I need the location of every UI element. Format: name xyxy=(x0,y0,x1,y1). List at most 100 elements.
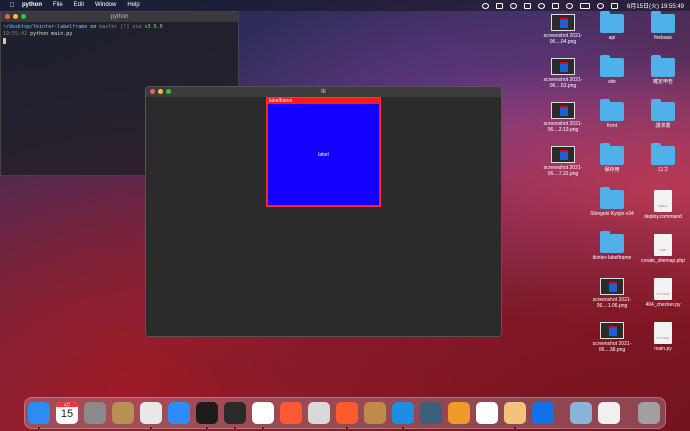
status-icon-4[interactable] xyxy=(523,2,531,9)
infinity-icon[interactable] xyxy=(532,402,554,424)
desktop-item-label: ロゴ xyxy=(657,167,668,173)
calendar-icon[interactable]: 6月 15 xyxy=(56,402,78,424)
desktop-item-label: screenshot 2021-06....04.png xyxy=(543,33,583,45)
system-preferences-icon[interactable] xyxy=(84,402,106,424)
desktop-item[interactable]: screenshot 2021-06....53.png xyxy=(537,58,589,89)
network-icon[interactable] xyxy=(448,402,470,424)
desktop-item[interactable]: 確定申告 xyxy=(637,55,689,85)
desktop-item[interactable]: PYTHON 404_checker.py xyxy=(637,278,689,308)
control-center-icon[interactable] xyxy=(610,2,618,9)
desktop-item-label: firebase xyxy=(654,35,672,41)
desktop-item-label: 確定申告 xyxy=(652,79,673,85)
desktop-item[interactable]: api xyxy=(586,11,638,41)
dock-running-indicator xyxy=(514,427,516,429)
folder-icon xyxy=(600,55,624,77)
terminal-titlebar[interactable]: python xyxy=(1,12,238,22)
desktop-item[interactable]: screenshot 2021-06....2.13.png xyxy=(537,102,589,133)
desktop-item-label: main.py xyxy=(654,346,672,352)
menu-app-name[interactable]: python xyxy=(22,0,42,11)
wifi-icon[interactable] xyxy=(565,2,573,9)
folder-icon xyxy=(600,187,624,209)
vscode-icon[interactable] xyxy=(252,402,274,424)
folder-icon xyxy=(651,55,675,77)
document-file-icon: PYTHON xyxy=(654,322,672,344)
tk-minimize-button[interactable] xyxy=(158,89,163,94)
desktop-item[interactable]: site xyxy=(586,55,638,85)
screenshot-icon[interactable] xyxy=(570,402,592,424)
postgres-icon[interactable] xyxy=(476,402,498,424)
status-icon-2[interactable] xyxy=(495,2,503,9)
desktop-item[interactable]: 請求書 xyxy=(637,99,689,129)
tk-close-button[interactable] xyxy=(150,89,155,94)
status-icon-3[interactable] xyxy=(509,2,517,9)
folder-icon xyxy=(651,99,675,121)
desktop-item[interactable]: 保存用 xyxy=(586,143,638,173)
trash-icon[interactable] xyxy=(638,402,660,424)
archive-utility-icon[interactable] xyxy=(112,402,134,424)
labelframe: labelframe label xyxy=(266,97,381,207)
tk-zoom-button[interactable] xyxy=(166,89,171,94)
desktop-item[interactable]: screenshot 2021-06....38.png xyxy=(586,322,638,353)
battery-icon[interactable] xyxy=(579,2,590,9)
desktop-item[interactable]: screenshot 2021-06....1.06.png xyxy=(586,278,638,309)
image-file-icon xyxy=(551,58,575,75)
desktop-item[interactable]: front xyxy=(586,99,638,129)
terminal-icon[interactable] xyxy=(224,402,246,424)
status-icon-5[interactable] xyxy=(537,2,545,9)
notes-avatar-icon[interactable] xyxy=(504,402,526,424)
chrome-icon[interactable] xyxy=(140,402,162,424)
document-file-icon: PYTHON xyxy=(654,278,672,300)
folder-icon xyxy=(600,11,624,33)
desktop-item[interactable]: PYTHON main.py xyxy=(637,322,689,352)
desktop-item-label: create_sitemap.php xyxy=(641,258,685,264)
folder-icon xyxy=(600,143,624,165)
folder-icon xyxy=(651,143,675,165)
desktop-item-label: Shingeki Kyojin v34 xyxy=(590,211,634,217)
desktop-item-label: 請求書 xyxy=(655,123,671,129)
close-button[interactable] xyxy=(5,14,10,19)
zoom-icon[interactable] xyxy=(168,402,190,424)
status-icon-6[interactable] xyxy=(551,2,559,9)
docker-icon[interactable] xyxy=(392,402,414,424)
desktop-item[interactable]: screenshot 2021-06....7.31.png xyxy=(537,146,589,177)
tk-window[interactable]: tk labelframe label xyxy=(145,86,502,337)
finder-icon[interactable] xyxy=(28,402,50,424)
desktop-item[interactable]: tkinter-labelframe xyxy=(586,231,638,261)
desktop-item[interactable]: PHP create_sitemap.php xyxy=(637,234,689,264)
desktop-item-label: screenshot 2021-06....2.13.png xyxy=(543,121,583,133)
python-launcher-icon[interactable] xyxy=(364,402,386,424)
folder-icon xyxy=(600,99,624,121)
menu-clock[interactable]: 6月15日(火) 19:55:49 xyxy=(627,1,684,10)
quicktime-icon[interactable] xyxy=(420,402,442,424)
desktop-item[interactable]: screenshot 2021-06....04.png xyxy=(537,14,589,45)
menu-item-file[interactable]: File xyxy=(53,0,63,11)
safari-compass-icon[interactable] xyxy=(280,402,302,424)
desktop-item-label: screenshot 2021-06....53.png xyxy=(543,77,583,89)
dock-running-indicator xyxy=(150,427,152,429)
desktop-item[interactable]: ロゴ xyxy=(637,143,689,173)
minimize-button[interactable] xyxy=(13,14,18,19)
menu-item-window[interactable]: Window xyxy=(95,0,116,11)
desktop-item[interactable]: firebase xyxy=(637,11,689,41)
activity-monitor-icon[interactable] xyxy=(196,402,218,424)
disk-icon[interactable] xyxy=(308,402,330,424)
status-icon-1[interactable] xyxy=(481,2,489,9)
document-file-icon: PHP xyxy=(654,234,672,256)
search-icon[interactable] xyxy=(596,2,604,9)
image-file-icon xyxy=(551,146,575,163)
menu-item-edit[interactable]: Edit xyxy=(74,0,84,11)
terminal-content[interactable]: ~/desktop/tkinter-labelframe on master [… xyxy=(1,22,238,48)
stats-icon[interactable] xyxy=(336,402,358,424)
status-area: 6月15日(火) 19:55:49 xyxy=(481,0,684,11)
file-type-tag: SHELL xyxy=(658,204,668,208)
apple-icon[interactable]:  xyxy=(8,2,16,10)
document-icon[interactable] xyxy=(598,402,620,424)
desktop-item-label: tkinter-labelframe xyxy=(592,255,632,261)
menu-item-help[interactable]: Help xyxy=(127,0,139,11)
desktop-item[interactable]: SHELL deploy.command xyxy=(637,190,689,220)
desktop-item-label: screenshot 2021-06....7.31.png xyxy=(543,165,583,177)
dock-running-indicator xyxy=(346,427,348,429)
zoom-button[interactable] xyxy=(21,14,26,19)
terminal-line-1: ~/desktop/tkinter-labelframe on master [… xyxy=(3,24,163,30)
desktop-item[interactable]: Shingeki Kyojin v34 xyxy=(586,187,638,217)
